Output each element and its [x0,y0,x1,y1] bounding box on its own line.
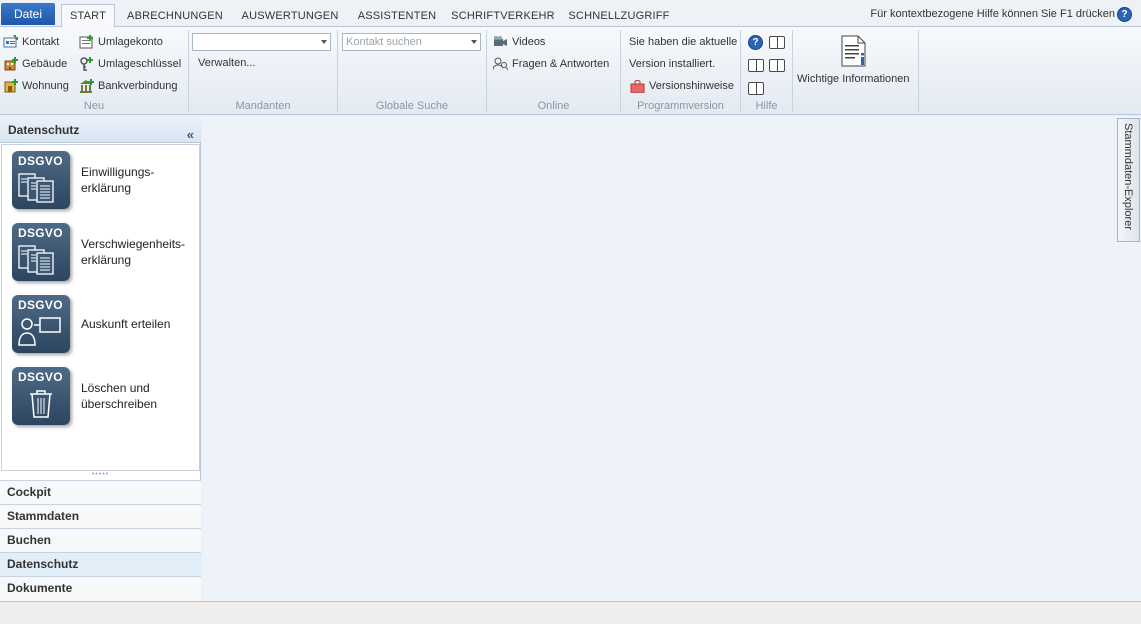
dsgvo-documents-icon: DSGVO [12,223,70,281]
wichtige-informationen-label: Wichtige Informationen [797,73,910,85]
dsgvo-trash-icon: DSGVO [12,367,70,425]
tab-start[interactable]: START [61,4,115,28]
new-umlageschluessel-label: Umlageschlüssel [98,58,182,70]
group-globale-suche: Kontakt suchen Globale Suche [338,30,487,112]
apartment-icon [3,79,18,93]
people-question-icon [492,57,509,71]
manual-book-icon[interactable] [769,36,785,49]
main-content-area [202,116,1116,601]
item-label: Löschen und überschreiben [81,381,158,411]
help-icon[interactable]: ? [1117,7,1132,22]
manual-book-icon[interactable] [769,59,785,72]
dsgvo-person-icon: DSGVO [12,295,70,353]
einwilligungserklaerung-item[interactable]: DSGVO Einwilligungs-erklärung [12,151,197,213]
nav-cockpit[interactable]: Cockpit [0,480,201,504]
version-status-line2: Version installiert. [629,58,716,70]
help-hint-text: Für kontextbezogene Hilfe können Sie F1 … [870,8,1115,20]
dsgvo-documents-icon: DSGVO [12,151,70,209]
gift-bag-icon [630,79,645,94]
group-online-label: Online [537,100,570,112]
stammdaten-explorer-tab[interactable]: Stammdaten-Explorer [1117,118,1140,242]
new-umlagekonto-label: Umlagekonto [98,36,163,48]
ribbon: Kontakt Gebäude Wohnung Umlagekonto Umla… [0,27,1141,115]
group-programmversion: Sie haben die aktuelle Version installie… [621,30,741,112]
stammdaten-explorer-label: Stammdaten-Explorer [1122,123,1134,230]
group-mandanten-label: Mandanten [235,100,291,112]
person-info-icon [18,317,61,346]
new-umlageschluessel-button[interactable]: Umlageschlüssel [79,57,181,71]
mandant-select[interactable] [192,33,331,51]
new-bankverbindung-button[interactable]: Bankverbindung [79,79,178,93]
manual-book-icon[interactable] [748,82,764,95]
datenschutz-item-list: DSGVO Einwilligungs-erklärung DSGVO Vers… [1,144,200,471]
group-neu: Kontakt Gebäude Wohnung Umlagekonto Umla… [0,30,189,112]
key-icon [79,57,94,71]
group-mandanten: Verwalten... Mandanten [189,30,338,112]
faq-label: Fragen & Antworten [512,58,610,70]
kontakt-search-input[interactable]: Kontakt suchen [342,33,481,51]
tab-schnellzugriff[interactable]: SCHNELLZUGRIFF [564,4,674,28]
item-label: Einwilligungs-erklärung [81,165,155,195]
manual-book-icon[interactable] [748,59,764,72]
item-label: Auskunft erteilen [81,317,171,331]
videos-button[interactable]: Videos [493,35,545,49]
videos-label: Videos [512,36,546,48]
nav-dokumente[interactable]: Dokumente [0,576,201,601]
group-online: Videos Fragen & Antworten Online [487,30,621,112]
nav-datenschutz[interactable]: Datenschutz [0,552,201,576]
auskunft-erteilen-item[interactable]: DSGVO Auskunft erteilen [12,295,197,357]
group-programmversion-label: Programmversion [637,100,724,112]
new-gebaeude-button[interactable]: Gebäude [3,57,67,71]
panel-header: Datenschutz « [0,116,201,143]
contact-card-icon [3,35,18,49]
video-camera-icon [493,35,508,49]
group-info: Wichtige Informationen [793,30,919,112]
ribbon-tab-bar: Datei START ABRECHNUNGEN AUSWERTUNGEN AS… [0,0,1141,28]
tab-auswertungen[interactable]: AUSWERTUNGEN [236,4,344,28]
new-wohnung-label: Wohnung [22,80,69,92]
verwalten-button[interactable]: Verwalten... [198,57,255,69]
nav-stammdaten[interactable]: Stammdaten [0,504,201,528]
version-status-line1: Sie haben die aktuelle [629,36,738,48]
building-icon [3,57,18,71]
new-kontakt-label: Kontakt [22,36,60,48]
group-hilfe: ? Hilfe [741,30,793,112]
tab-assistenten[interactable]: ASSISTENTEN [352,4,442,28]
panel-title: Datenschutz [8,123,80,137]
status-bar [0,601,1141,624]
splitter-grip[interactable]: ••••• [0,471,201,479]
new-bankverbindung-label: Bankverbindung [98,80,178,92]
verschwiegenheitserklaerung-item[interactable]: DSGVO Verschwiegenheits-erklärung [12,223,197,285]
stacked-documents-icon [18,173,54,203]
left-navigation-panel: Datenschutz « DSGVO Einwilligungs-erklär… [0,116,201,601]
kontakt-search-placeholder: Kontakt suchen [346,36,422,48]
tab-schriftverkehr[interactable]: SCHRIFTVERKEHR [450,4,556,28]
new-gebaeude-label: Gebäude [22,58,68,70]
wichtige-informationen-button[interactable]: Wichtige Informationen [793,30,918,112]
new-kontakt-button[interactable]: Kontakt [3,35,59,49]
stacked-documents-icon [18,245,54,275]
nav-buchen[interactable]: Buchen [0,528,201,552]
versionshinweise-label: Versionshinweise [649,80,734,92]
help-circle-icon[interactable]: ? [748,35,763,50]
bank-icon [79,79,94,93]
new-wohnung-button[interactable]: Wohnung [3,79,69,93]
tab-abrechnungen[interactable]: ABRECHNUNGEN [121,4,229,28]
group-hilfe-label: Hilfe [755,100,778,112]
faq-button[interactable]: Fragen & Antworten [492,57,610,71]
chevron-down-icon [321,40,327,44]
item-label: Verschwiegenheits-erklärung [81,237,186,267]
new-umlagekonto-button[interactable]: Umlagekonto [79,35,163,49]
group-globale-suche-label: Globale Suche [375,100,449,112]
loeschen-ueberschreiben-item[interactable]: DSGVO Löschen und überschreiben [12,367,197,429]
chevron-down-icon [471,40,477,44]
group-neu-label: Neu [83,100,105,112]
trash-can-icon [30,390,52,418]
file-tab[interactable]: Datei [1,3,55,25]
document-info-icon [841,35,867,70]
account-sheet-icon [79,35,94,49]
versionshinweise-button[interactable]: Versionshinweise [630,79,734,94]
